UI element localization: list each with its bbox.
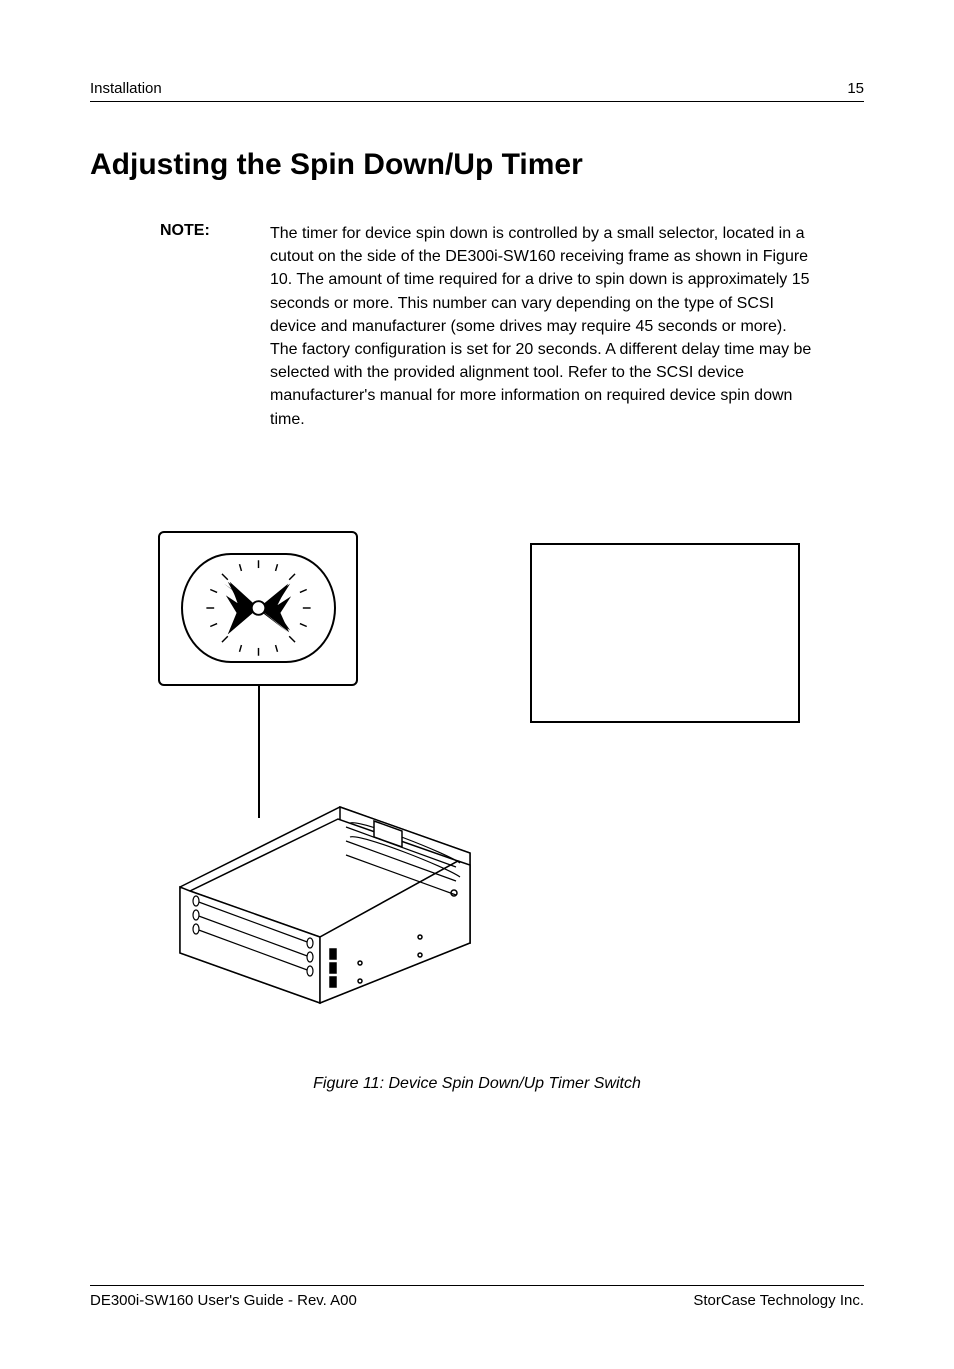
timer-dial-closeup <box>158 531 358 686</box>
figure-area <box>90 531 864 1011</box>
note-text: The timer for device spin down is contro… <box>270 222 815 431</box>
footer-left: DE300i-SW160 User's Guide - Rev. A00 <box>90 1292 357 1309</box>
page-footer: DE300i-SW160 User's Guide - Rev. A00 Sto… <box>90 1285 864 1309</box>
timer-dial-face <box>181 553 336 663</box>
note-block: NOTE: The timer for device spin down is … <box>160 222 864 431</box>
blank-box <box>530 543 800 723</box>
dial-svg-icon <box>183 553 334 663</box>
footer-right: StorCase Technology Inc. <box>693 1292 864 1309</box>
page-title: Adjusting the Spin Down/Up Timer <box>90 148 864 182</box>
page-number: 15 <box>847 80 864 97</box>
receiving-frame-illustration <box>160 767 500 1007</box>
page-header: Installation 15 <box>90 80 864 102</box>
section-label: Installation <box>90 80 162 97</box>
figure-caption: Figure 11: Device Spin Down/Up Timer Swi… <box>90 1075 864 1093</box>
note-label: NOTE: <box>160 222 270 240</box>
